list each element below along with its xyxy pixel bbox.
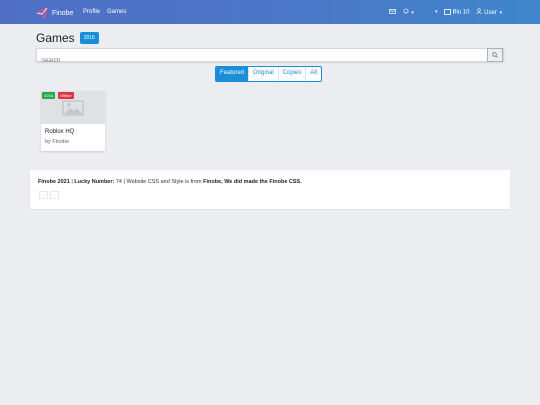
footer-credit: | Website CSS and Style is from — [123, 179, 202, 185]
page-title: Games — [36, 31, 75, 45]
chevron-down-icon: ▾ — [499, 10, 502, 16]
footer-credit-note: We did made the Finobe CSS. — [224, 179, 302, 185]
footer-mini-button[interactable]: · — [50, 191, 59, 199]
footer-lucky-label: Lucky Number: — [74, 179, 115, 185]
top-navbar: Finobe Profile Games ▾ ▾ Blu 10 User ▾ — [0, 0, 540, 24]
footer-mini-button[interactable]: · — [39, 191, 48, 199]
footer-mini-buttons: · · — [39, 191, 59, 199]
tab-all[interactable]: All — [305, 67, 321, 81]
game-author[interactable]: by Finobe — [45, 139, 69, 145]
mail-icon[interactable] — [388, 8, 396, 16]
game-thumbnail[interactable]: 2016 Offline — [41, 91, 105, 124]
brand-link[interactable]: Finobe — [36, 7, 73, 19]
year-badge: 2016 — [42, 92, 55, 99]
game-card[interactable]: 2016 Offline Roblox HQ by Finobe — [41, 91, 105, 151]
chevron-down-icon[interactable]: ▾ — [435, 9, 438, 15]
tab-copies[interactable]: Copies — [277, 67, 306, 81]
tab-featured[interactable]: Featured — [216, 67, 249, 81]
filter-tabs: Featured Original Copies All — [215, 66, 323, 82]
image-placeholder-icon — [62, 99, 84, 116]
footer-text: Finobe 2021 | Lucky Number: 74 | Website… — [38, 179, 302, 185]
footer-lucky-value: 74 — [115, 179, 122, 185]
search-bar — [36, 48, 504, 67]
game-title[interactable]: Roblox HQ — [45, 129, 74, 135]
footer-brand-year: Finobe 2021 — [38, 179, 70, 185]
currency-image-icon — [444, 8, 452, 15]
brand-name: Finobe — [52, 9, 74, 17]
search-button[interactable] — [487, 48, 503, 62]
chevron-down-icon: ▾ — [411, 10, 414, 16]
footer-credit-brand: Finobe — [203, 179, 222, 185]
footer: Finobe 2021 | Lucky Number: 74 | Website… — [30, 170, 510, 209]
user-icon — [476, 8, 483, 14]
nav-link-games[interactable]: Games — [107, 9, 126, 15]
nav-link-profile[interactable]: Profile — [83, 9, 100, 15]
currency-display[interactable]: Blu 10 — [444, 8, 469, 15]
bell-icon[interactable]: ▾ — [403, 8, 414, 16]
finobe-logo-icon — [36, 7, 48, 19]
year-filter-badge[interactable]: 2016 — [79, 32, 99, 44]
tab-original[interactable]: Original — [248, 67, 278, 81]
user-menu[interactable]: User ▾ — [476, 8, 502, 16]
search-icon — [492, 52, 498, 58]
status-badge: Offline — [58, 92, 74, 99]
